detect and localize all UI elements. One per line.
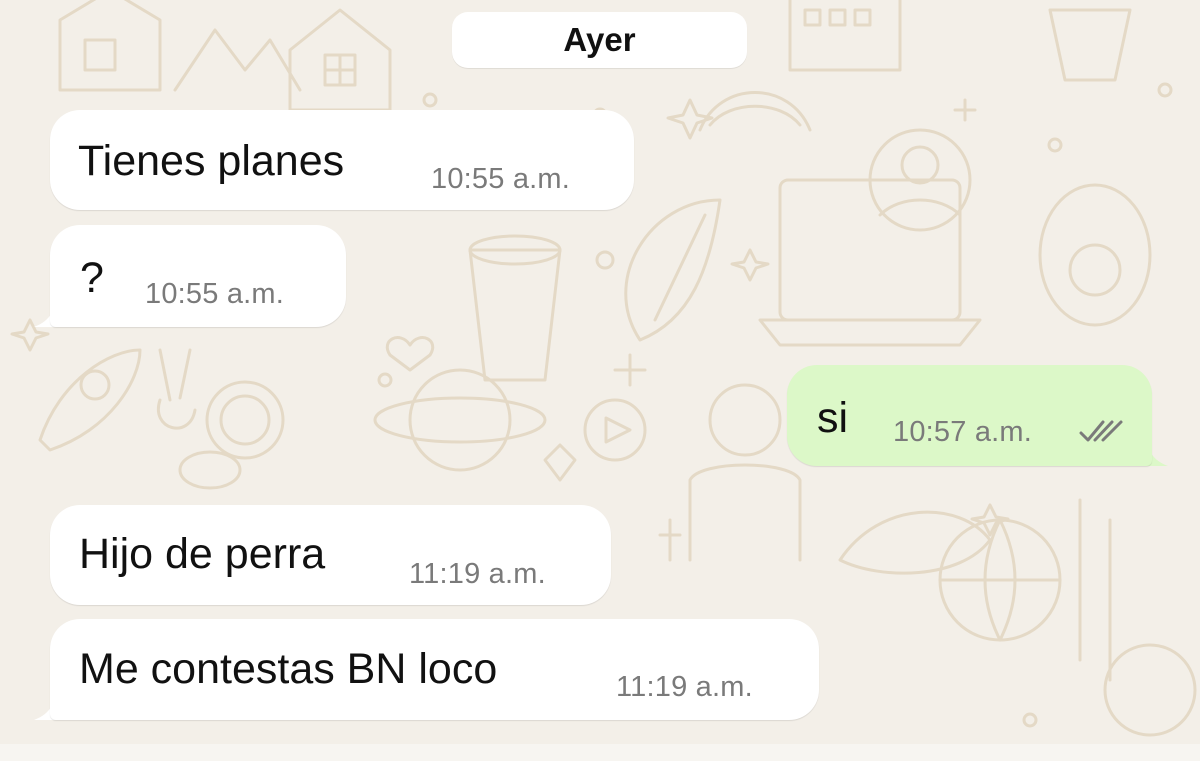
message-bubble-incoming[interactable]: Hijo de perra 11:19 a.m. [50,505,611,605]
message-text: Hijo de perra [79,530,326,578]
message-timestamp: 10:57 a.m. [893,416,1033,448]
message-timestamp: 11:19 a.m. [409,558,546,590]
date-separator: Ayer [452,12,747,68]
message-timestamp: 10:55 a.m. [145,278,285,310]
message-bubble-incoming[interactable]: ? 10:55 a.m. [50,225,346,327]
double-check-icon [1079,420,1123,442]
message-text: Tienes planes [78,137,345,185]
composer-area-edge [0,744,1200,761]
message-bubble-incoming[interactable]: Me contestas BN loco 11:19 a.m. [50,619,819,720]
message-bubble-incoming[interactable]: Tienes planes 10:55 a.m. [50,110,634,210]
message-text: si [817,394,849,442]
message-text: ? [80,254,104,302]
message-bubble-outgoing[interactable]: si 10:57 a.m. [787,365,1152,466]
message-text: Me contestas BN loco [79,645,498,693]
message-timestamp: 10:55 a.m. [431,163,571,195]
message-timestamp: 11:19 a.m. [616,671,753,703]
